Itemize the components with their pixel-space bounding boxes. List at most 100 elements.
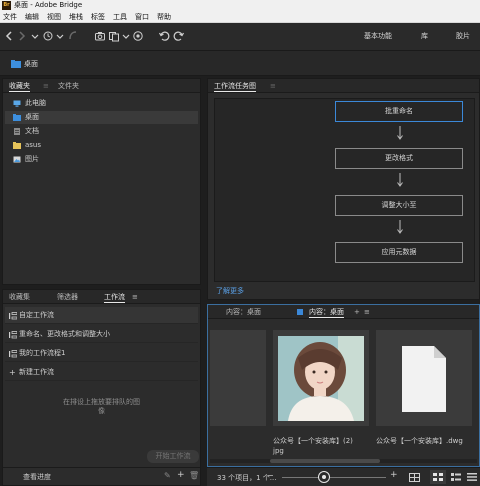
tab-workflow[interactable]: 工作流 (104, 290, 125, 304)
menu-view[interactable]: 视图 (47, 11, 61, 23)
computer-icon (13, 100, 21, 107)
favorites-panel: 收藏夹 ≡ 文件夹 此电脑 桌面 文档 asus 图片 (2, 78, 201, 285)
workflow-item-rename-format-resize[interactable]: 重命名、更改格式和调整大小 (5, 326, 198, 343)
add-icon[interactable]: + (177, 470, 185, 480)
chevron-down-icon[interactable] (54, 30, 66, 42)
folder-blue-icon (11, 60, 21, 68)
file-thumbnail-document[interactable] (376, 330, 472, 426)
file-name-line2: jpg (273, 447, 284, 455)
history-icon[interactable] (42, 30, 54, 42)
slider-thumb-dot (321, 474, 326, 479)
workflow-item-custom[interactable]: 自定工作流 (5, 307, 198, 324)
rotate-right-icon[interactable] (173, 30, 185, 42)
arrow-down-icon (397, 173, 403, 187)
favorite-label: 此电脑 (25, 99, 46, 107)
workspace-essentials[interactable]: 基本功能 (364, 31, 392, 41)
tab-menu-icon[interactable]: ≡ (270, 79, 276, 93)
rotate-left-icon[interactable] (158, 30, 170, 42)
workspace-libraries[interactable]: 库 (421, 31, 428, 41)
scrollbar-thumb[interactable] (270, 459, 380, 463)
status-bar: 33 个项目，1 个... − + (207, 467, 480, 486)
zoom-out-icon[interactable]: − (267, 471, 274, 480)
menu-tools[interactable]: 工具 (113, 11, 127, 23)
learn-more-link[interactable]: 了解更多 (216, 286, 244, 296)
workflow-footer: 查看进度 ✎ + 🗑 (3, 467, 200, 485)
tab-filter[interactable]: 筛选器 (57, 290, 78, 304)
new-workflow-button[interactable]: + 新建工作流 (5, 364, 198, 381)
content-tab-marker-icon (297, 309, 303, 315)
file-name-image[interactable]: 公众号【一个安装库】(2) jpg (273, 436, 373, 456)
window-title: 桌面 - Adobe Bridge (14, 1, 83, 9)
menu-help[interactable]: 帮助 (157, 11, 171, 23)
workflow-diagram-tabs: 工作流任务图 ≡ (208, 79, 479, 93)
menu-file[interactable]: 文件 (3, 11, 17, 23)
add-tab-icon[interactable]: + (354, 305, 360, 319)
path-bar: 桌面 (0, 50, 480, 76)
favorite-item-this-pc[interactable]: 此电脑 (5, 97, 198, 110)
view-progress-link[interactable]: 查看进度 (23, 472, 51, 482)
favorite-item-pictures[interactable]: 图片 (5, 153, 198, 166)
file-name-document[interactable]: 公众号【一个安装库】.dwg (376, 436, 480, 446)
tab-content-1[interactable]: 内容：桌面 (226, 305, 261, 319)
workspace-filmstrip[interactable]: 胶片 (456, 31, 470, 41)
document-icon (14, 128, 20, 135)
edit-icon[interactable]: ✎ (164, 471, 171, 480)
bridge-logo-icon: Br (2, 1, 11, 10)
workflow-item-label: 自定工作流 (19, 311, 54, 319)
back-icon[interactable] (3, 30, 15, 42)
slider-thumb[interactable] (318, 471, 330, 483)
tab-menu-icon[interactable]: ≡ (132, 290, 138, 304)
drop-hint-line1: 在排设上拖放要排队的图 (63, 398, 140, 406)
view-thumbnails-button[interactable] (430, 470, 446, 484)
workflow-panel: 收藏集 筛选器 工作流 ≡ 自定工作流 重命名、更改格式和调整大小 我的工作流程… (2, 289, 201, 486)
favorite-item-documents[interactable]: 文档 (5, 125, 198, 138)
camera-import-icon[interactable] (94, 30, 106, 42)
content-tabs: 内容：桌面 内容：桌面 + ≡ (208, 305, 479, 319)
details-view-icon[interactable] (451, 473, 461, 481)
workflow-step-resize[interactable]: 调整大小至 (335, 195, 463, 216)
tab-workflow-diagram[interactable]: 工作流任务图 (214, 79, 256, 93)
forward-icon[interactable] (16, 30, 28, 42)
tab-menu-icon[interactable]: ≡ (43, 79, 49, 93)
breadcrumb-current[interactable]: 桌面 (24, 59, 38, 69)
menu-window[interactable]: 窗口 (135, 11, 149, 23)
return-to-previous-icon[interactable] (67, 30, 79, 42)
list-view-icon[interactable] (467, 473, 477, 481)
drop-hint-line2: 像 (98, 407, 105, 415)
favorite-label: 文档 (25, 127, 39, 135)
start-workflow-button[interactable]: 开始工作流 (147, 450, 199, 463)
workflow-step-apply-metadata[interactable]: 应用元数据 (335, 242, 463, 263)
workflow-panel-tabs: 收藏集 筛选器 工作流 ≡ (3, 290, 200, 304)
new-workflow-label: 新建工作流 (19, 368, 54, 376)
grid-lock-icon[interactable] (409, 473, 420, 482)
workflow-icon (9, 350, 17, 358)
blank-document-icon (402, 346, 446, 412)
workflow-item-my-workflow-1[interactable]: 我的工作流程1 (5, 345, 198, 362)
tab-collections[interactable]: 收藏集 (9, 290, 30, 304)
workflow-step-batch-rename[interactable]: 批重命名 (335, 101, 463, 122)
menu-label[interactable]: 标签 (91, 11, 105, 23)
refine-icon[interactable] (108, 30, 120, 42)
workflow-step-change-format[interactable]: 更改格式 (335, 148, 463, 169)
tab-folders[interactable]: 文件夹 (58, 79, 79, 93)
file-thumbnail-partial[interactable] (210, 330, 266, 426)
tab-favorites[interactable]: 收藏夹 (9, 79, 30, 93)
favorite-item-asus[interactable]: asus (5, 139, 198, 152)
chevron-down-icon[interactable] (29, 30, 41, 42)
favorite-item-desktop[interactable]: 桌面 (5, 111, 198, 124)
open-in-camera-raw-icon[interactable] (132, 30, 144, 42)
menu-edit[interactable]: 编辑 (25, 11, 39, 23)
file-name-line1: 公众号【一个安装库】.dwg (376, 437, 463, 445)
file-name-line1: 公众号【一个安装库】(2) (273, 437, 353, 445)
tab-menu-icon[interactable]: ≡ (364, 305, 370, 319)
chevron-down-icon[interactable] (120, 30, 132, 42)
trash-icon[interactable]: 🗑 (189, 471, 199, 480)
zoom-in-icon[interactable]: + (390, 470, 398, 480)
horizontal-scrollbar[interactable] (210, 459, 477, 463)
thumbnail-size-slider[interactable] (282, 477, 386, 478)
menu-stack[interactable]: 堆栈 (69, 11, 83, 23)
tab-content-2[interactable]: 内容：桌面 (309, 305, 344, 319)
file-thumbnail-image[interactable] (273, 330, 369, 426)
photo-portrait-icon (278, 336, 364, 421)
folder-blue-icon (13, 114, 21, 121)
